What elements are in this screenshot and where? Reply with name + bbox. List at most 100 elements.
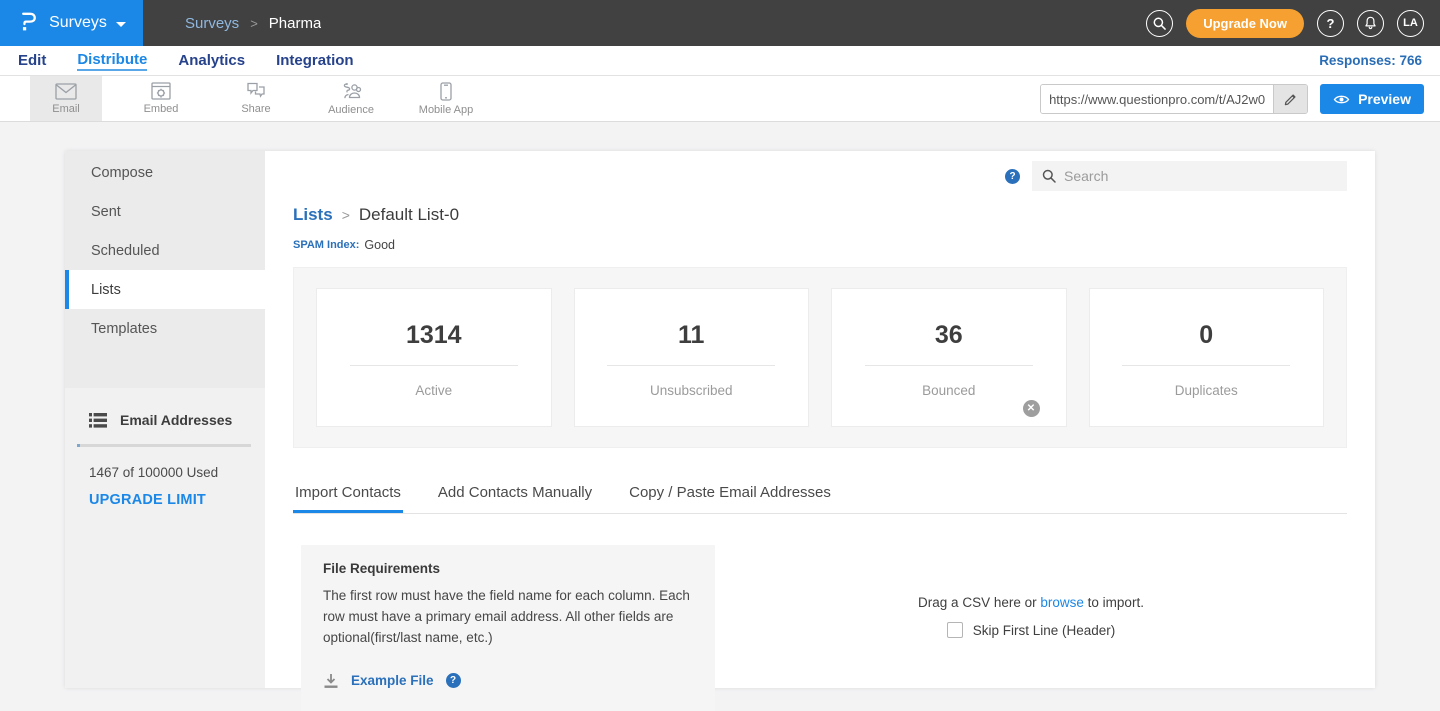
email-distribution-panel: Compose Sent Scheduled Lists Templates E… [65,151,1375,688]
survey-link-area: Preview [1040,84,1424,114]
questionpro-logo-icon [17,7,40,39]
toolbar-item-email[interactable]: Email [30,76,102,121]
download-icon [323,673,339,689]
product-name: Surveys [49,14,107,32]
lists-main-content: ? Lists > Default List-0 SPAM Index: Goo… [265,151,1375,688]
sidebar-item-scheduled[interactable]: Scheduled [65,231,265,270]
breadcrumb-survey-name: Pharma [269,15,322,32]
toolbar-item-label: Email [52,103,80,115]
preview-label: Preview [1358,91,1411,107]
stat-label: Duplicates [1090,383,1324,398]
sidebar-item-templates[interactable]: Templates [65,309,265,348]
drop-zone-text: Drag a CSV here or browse to import. [918,595,1144,610]
product-switcher[interactable]: Surveys [0,0,143,46]
sidebar-item-compose[interactable]: Compose [65,153,265,192]
toolbar-item-embed[interactable]: Embed [125,76,197,121]
breadcrumb: Surveys > Pharma [185,0,321,46]
preview-button[interactable]: Preview [1320,84,1424,114]
list-breadcrumb: Lists > Default List-0 [293,205,1347,225]
topbar-actions: Upgrade Now ? LA [1146,0,1440,46]
import-contacts-pane: File Requirements The first row must hav… [293,545,1347,711]
spam-index: SPAM Index: Good [293,238,1347,252]
email-sidebar: Compose Sent Scheduled Lists Templates E… [65,151,265,688]
edit-url-button[interactable] [1273,85,1307,113]
toolbar-item-mobile-app[interactable]: Mobile App [410,76,482,121]
stat-value: 36 [832,321,1066,350]
tab-add-contacts-manually[interactable]: Add Contacts Manually [436,477,594,513]
search-icon [1042,169,1056,183]
file-requirements-box: File Requirements The first row must hav… [301,545,715,711]
list-search-box [1032,161,1347,191]
share-icon [245,82,267,100]
email-addresses-title: Email Addresses [120,412,232,428]
email-addresses-section: Email Addresses 1467 of 100000 Used UPGR… [65,388,265,508]
example-file-link[interactable]: Example File [351,673,434,688]
sidebar-item-lists[interactable]: Lists [65,270,265,309]
toolbar-item-label: Share [241,103,270,115]
stat-card-unsubscribed: 11 Unsubscribed [574,288,810,427]
file-requirements-text: The first row must have the field name f… [323,586,693,649]
tab-distribute[interactable]: Distribute [77,51,147,71]
help-button[interactable]: ? [1317,10,1344,37]
stat-label: Unsubscribed [575,383,809,398]
list-search-row: ? [293,161,1347,191]
example-file-help-icon[interactable]: ? [446,673,461,688]
audience-icon [339,82,363,101]
spam-index-value: Good [364,238,395,252]
eye-icon [1333,94,1350,105]
responses-count[interactable]: Responses: 766 [1319,53,1422,68]
browse-link[interactable]: browse [1040,595,1084,610]
stat-card-duplicates: 0 Duplicates [1089,288,1325,427]
tab-integration[interactable]: Integration [276,52,354,70]
email-usage-progressbar [77,444,251,447]
stat-value: 11 [575,321,809,350]
breadcrumb-separator: > [342,207,350,223]
stat-value: 1314 [317,321,551,350]
tab-import-contacts[interactable]: Import Contacts [293,477,403,513]
breadcrumb-surveys-link[interactable]: Surveys [185,15,239,32]
user-avatar[interactable]: LA [1397,10,1424,37]
tab-copy-paste-email-addresses[interactable]: Copy / Paste Email Addresses [627,477,833,513]
upgrade-now-button[interactable]: Upgrade Now [1186,9,1304,38]
upgrade-limit-link[interactable]: UPGRADE LIMIT [89,492,251,508]
toolbar-item-label: Embed [144,103,179,115]
lists-link[interactable]: Lists [293,205,333,225]
skip-first-line-checkbox[interactable] [947,622,963,638]
email-icon [55,83,77,100]
toolbar-item-share[interactable]: Share [220,76,292,121]
toolbar-item-audience[interactable]: Audience [315,76,387,121]
list-stats: 1314 Active 11 Unsubscribed 36 Bounced ✕… [293,267,1347,448]
search-input[interactable] [1064,168,1337,184]
tab-analytics[interactable]: Analytics [178,52,245,70]
stat-card-active: 1314 Active [316,288,552,427]
mobile-app-icon [440,82,452,101]
embed-icon [151,82,171,100]
tab-edit[interactable]: Edit [18,52,46,70]
sidebar-item-sent[interactable]: Sent [65,192,265,231]
bell-icon [1364,16,1377,30]
survey-url-field [1040,84,1308,114]
toolbar-item-label: Audience [328,104,374,116]
contact-tabs: Import Contacts Add Contacts Manually Co… [293,477,1347,514]
csv-drop-zone[interactable]: Drag a CSV here or browse to import. Ski… [715,595,1347,711]
distribute-toolbar: Email Embed Share Audience [0,76,1440,122]
toolbar-item-label: Mobile App [419,104,473,116]
email-sidebar-nav: Compose Sent Scheduled Lists Templates [65,151,265,388]
notifications-button[interactable] [1357,10,1384,37]
search-icon [1153,17,1166,30]
stat-label: Active [317,383,551,398]
stat-label: Bounced [832,383,1066,398]
stat-card-bounced: 36 Bounced ✕ [831,288,1067,427]
skip-first-line-label: Skip First Line (Header) [973,623,1116,638]
chevron-down-icon [116,22,126,27]
survey-url-input[interactable] [1041,85,1273,113]
search-button[interactable] [1146,10,1173,37]
stat-value: 0 [1090,321,1324,350]
top-bar: Surveys Surveys > Pharma Upgrade Now ? L… [0,0,1440,46]
current-list-name: Default List-0 [359,205,459,225]
help-icon[interactable]: ? [1005,169,1020,184]
email-usage-text: 1467 of 100000 Used [89,465,251,480]
clear-bounced-icon[interactable]: ✕ [1023,400,1040,417]
pencil-icon [1284,93,1297,106]
spam-index-label: SPAM Index: [293,239,359,251]
